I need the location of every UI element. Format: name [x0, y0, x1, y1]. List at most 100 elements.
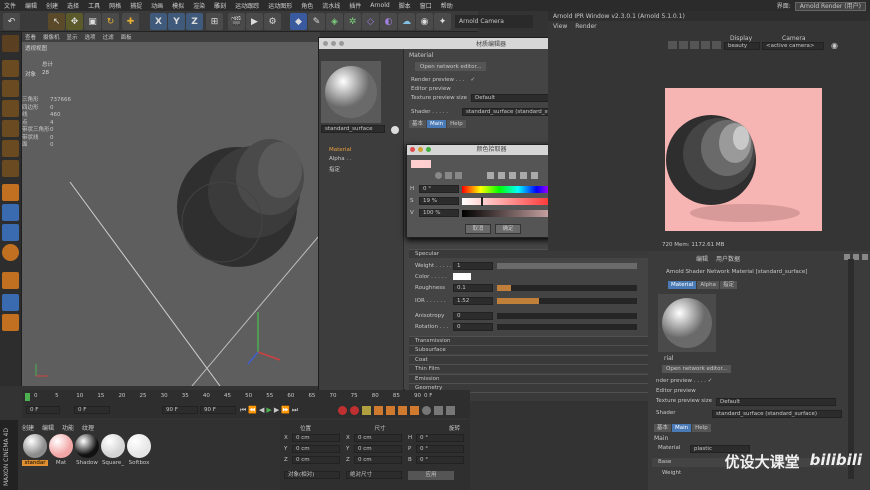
- rgb-mode-icon[interactable]: [487, 172, 494, 179]
- workplane-icon[interactable]: [2, 224, 19, 241]
- roughness-field[interactable]: 0.1: [453, 283, 493, 292]
- model-mode-icon[interactable]: [2, 60, 19, 77]
- coord-field[interactable]: 0 cm: [292, 456, 340, 464]
- deformer-icon[interactable]: ◐: [380, 13, 397, 30]
- saturation-handle[interactable]: [481, 197, 483, 206]
- rotation-field[interactable]: 0: [453, 322, 493, 331]
- close-icon[interactable]: [410, 147, 415, 152]
- attribute-sub-tab[interactable]: Main: [672, 424, 692, 432]
- menu-item[interactable]: 运动跟踪: [235, 1, 259, 10]
- viewport-menu-item[interactable]: 显示: [67, 33, 78, 41]
- zoom-icon[interactable]: [339, 41, 344, 46]
- cancel-button[interactable]: 取消: [465, 224, 491, 234]
- render-settings-icon[interactable]: ⚙: [264, 13, 281, 30]
- keyframe-selection-icon[interactable]: [362, 406, 371, 415]
- mixer-mode-icon[interactable]: [520, 172, 527, 179]
- section-header[interactable]: Coat: [409, 354, 659, 364]
- prev-frame-icon[interactable]: ◀: [259, 406, 264, 415]
- subdivide-icon[interactable]: ◈: [326, 13, 343, 30]
- ipr-menu-item[interactable]: View: [553, 23, 567, 30]
- menu-item[interactable]: 雕刻: [214, 1, 226, 10]
- snap-icon[interactable]: [2, 204, 19, 221]
- attribute-tab[interactable]: Material: [668, 281, 697, 289]
- scale-key-icon[interactable]: [386, 406, 395, 415]
- viewport-menu-item[interactable]: 面板: [121, 33, 132, 41]
- attr-texture-preview-dropdown[interactable]: Default: [715, 398, 836, 406]
- camera-icon[interactable]: ◉: [416, 13, 433, 30]
- swatches-mode-icon[interactable]: [531, 172, 538, 179]
- material-tab[interactable]: Help: [447, 119, 466, 128]
- end-frame-field[interactable]: 90 F: [162, 406, 198, 414]
- make-editable-icon[interactable]: [2, 35, 19, 52]
- goto-start-icon[interactable]: ⏮: [240, 406, 246, 415]
- attribute-sub-tab[interactable]: Help: [692, 424, 711, 432]
- z-axis-gizmo[interactable]: [247, 351, 259, 365]
- ipr-play-icon[interactable]: [668, 41, 677, 49]
- channel-item[interactable]: Alpha . .: [329, 156, 352, 165]
- material-thumbnail[interactable]: Softbox: [126, 420, 152, 490]
- rotate-icon[interactable]: ↻: [102, 13, 119, 30]
- coord-field[interactable]: 0 °: [416, 456, 464, 464]
- move-icon[interactable]: ✥: [66, 13, 83, 30]
- material-tab[interactable]: 基本: [409, 119, 427, 128]
- render-view-icon[interactable]: 🎬: [228, 13, 245, 30]
- menu-item[interactable]: 插件: [349, 1, 361, 10]
- goto-end-icon[interactable]: ⏭: [292, 406, 298, 415]
- menu-item[interactable]: 流水线: [322, 1, 340, 10]
- material-thumbnail[interactable]: Mat: [48, 420, 74, 490]
- weight-slider[interactable]: [497, 262, 637, 269]
- ipr-region-icon[interactable]: [701, 41, 710, 49]
- open-network-editor-button[interactable]: Open network editor...: [415, 62, 487, 71]
- ipr-channels-icon[interactable]: [712, 41, 721, 49]
- section-header[interactable]: Thin Film: [409, 364, 659, 374]
- perspective-viewport[interactable]: 查看 摄像机 显示 选项 过滤 面板 透视视图 总计 对象 28 三角形 737666 四边形…: [22, 32, 320, 386]
- grid-icon[interactable]: [2, 294, 19, 311]
- size-mode-dropdown[interactable]: 绝对尺寸: [346, 471, 402, 479]
- attribute-sub-tab[interactable]: 基本: [654, 424, 672, 432]
- menu-item[interactable]: 文件: [4, 1, 16, 10]
- attr-open-network-button[interactable]: Open network editor...: [662, 365, 732, 373]
- zoom-icon[interactable]: [426, 147, 431, 152]
- attribute-menu-item[interactable]: 编辑: [696, 254, 708, 263]
- coord-mode-dropdown[interactable]: 对象(相对): [284, 471, 340, 479]
- image-mode-icon[interactable]: [455, 172, 462, 179]
- menu-item[interactable]: Arnold: [370, 2, 389, 9]
- viewport-menu-item[interactable]: 选项: [85, 33, 96, 41]
- anisotropy-field[interactable]: 0: [453, 311, 493, 320]
- channel-item[interactable]: 指定: [329, 165, 352, 174]
- attr-shader-dropdown[interactable]: standard_surface (standard_surface): [712, 410, 842, 418]
- play-icon[interactable]: ▶: [266, 406, 271, 415]
- scale-icon[interactable]: ▣: [84, 13, 101, 30]
- texture-mode-icon[interactable]: [2, 80, 19, 97]
- anisotropy-slider[interactable]: [497, 312, 637, 319]
- apply-button[interactable]: 应用: [408, 471, 454, 480]
- weight-field[interactable]: 1: [453, 261, 493, 270]
- attribute-tab[interactable]: Alpha: [697, 281, 719, 289]
- menu-item[interactable]: 模拟: [172, 1, 184, 10]
- attr-render-preview-checkbox[interactable]: ✓: [708, 378, 713, 384]
- menu-item[interactable]: 运动图形: [268, 1, 292, 10]
- cube-icon[interactable]: ◆: [290, 13, 307, 30]
- display-dropdown[interactable]: beauty: [724, 42, 760, 50]
- ipr-stop-icon[interactable]: [679, 41, 688, 49]
- menu-item[interactable]: 渲染: [193, 1, 205, 10]
- coord-field[interactable]: 0 cm: [354, 456, 402, 464]
- current-frame-field[interactable]: 0 F: [74, 406, 110, 414]
- ior-slider[interactable]: [497, 297, 637, 304]
- coord-field[interactable]: 0 cm: [354, 445, 402, 453]
- soft-select-icon[interactable]: [2, 244, 19, 261]
- h-field[interactable]: 0 °: [419, 185, 459, 193]
- material-tab[interactable]: Main: [427, 119, 447, 128]
- arnold-camera-tab[interactable]: Arnold Camera: [455, 15, 533, 28]
- menu-item[interactable]: 网格: [109, 1, 121, 10]
- attribute-tab[interactable]: 指定: [719, 281, 737, 289]
- menu-item[interactable]: 角色: [301, 1, 313, 10]
- ipr-refresh-icon[interactable]: [690, 41, 699, 49]
- lock-icon[interactable]: [862, 254, 868, 260]
- hsv-mode-icon[interactable]: [498, 172, 505, 179]
- auto-key-icon[interactable]: [350, 406, 359, 415]
- roughness-slider[interactable]: [497, 284, 637, 291]
- next-frame-icon[interactable]: ▶: [274, 406, 279, 415]
- select-icon[interactable]: ↖: [48, 13, 65, 30]
- record-icon[interactable]: [338, 406, 347, 415]
